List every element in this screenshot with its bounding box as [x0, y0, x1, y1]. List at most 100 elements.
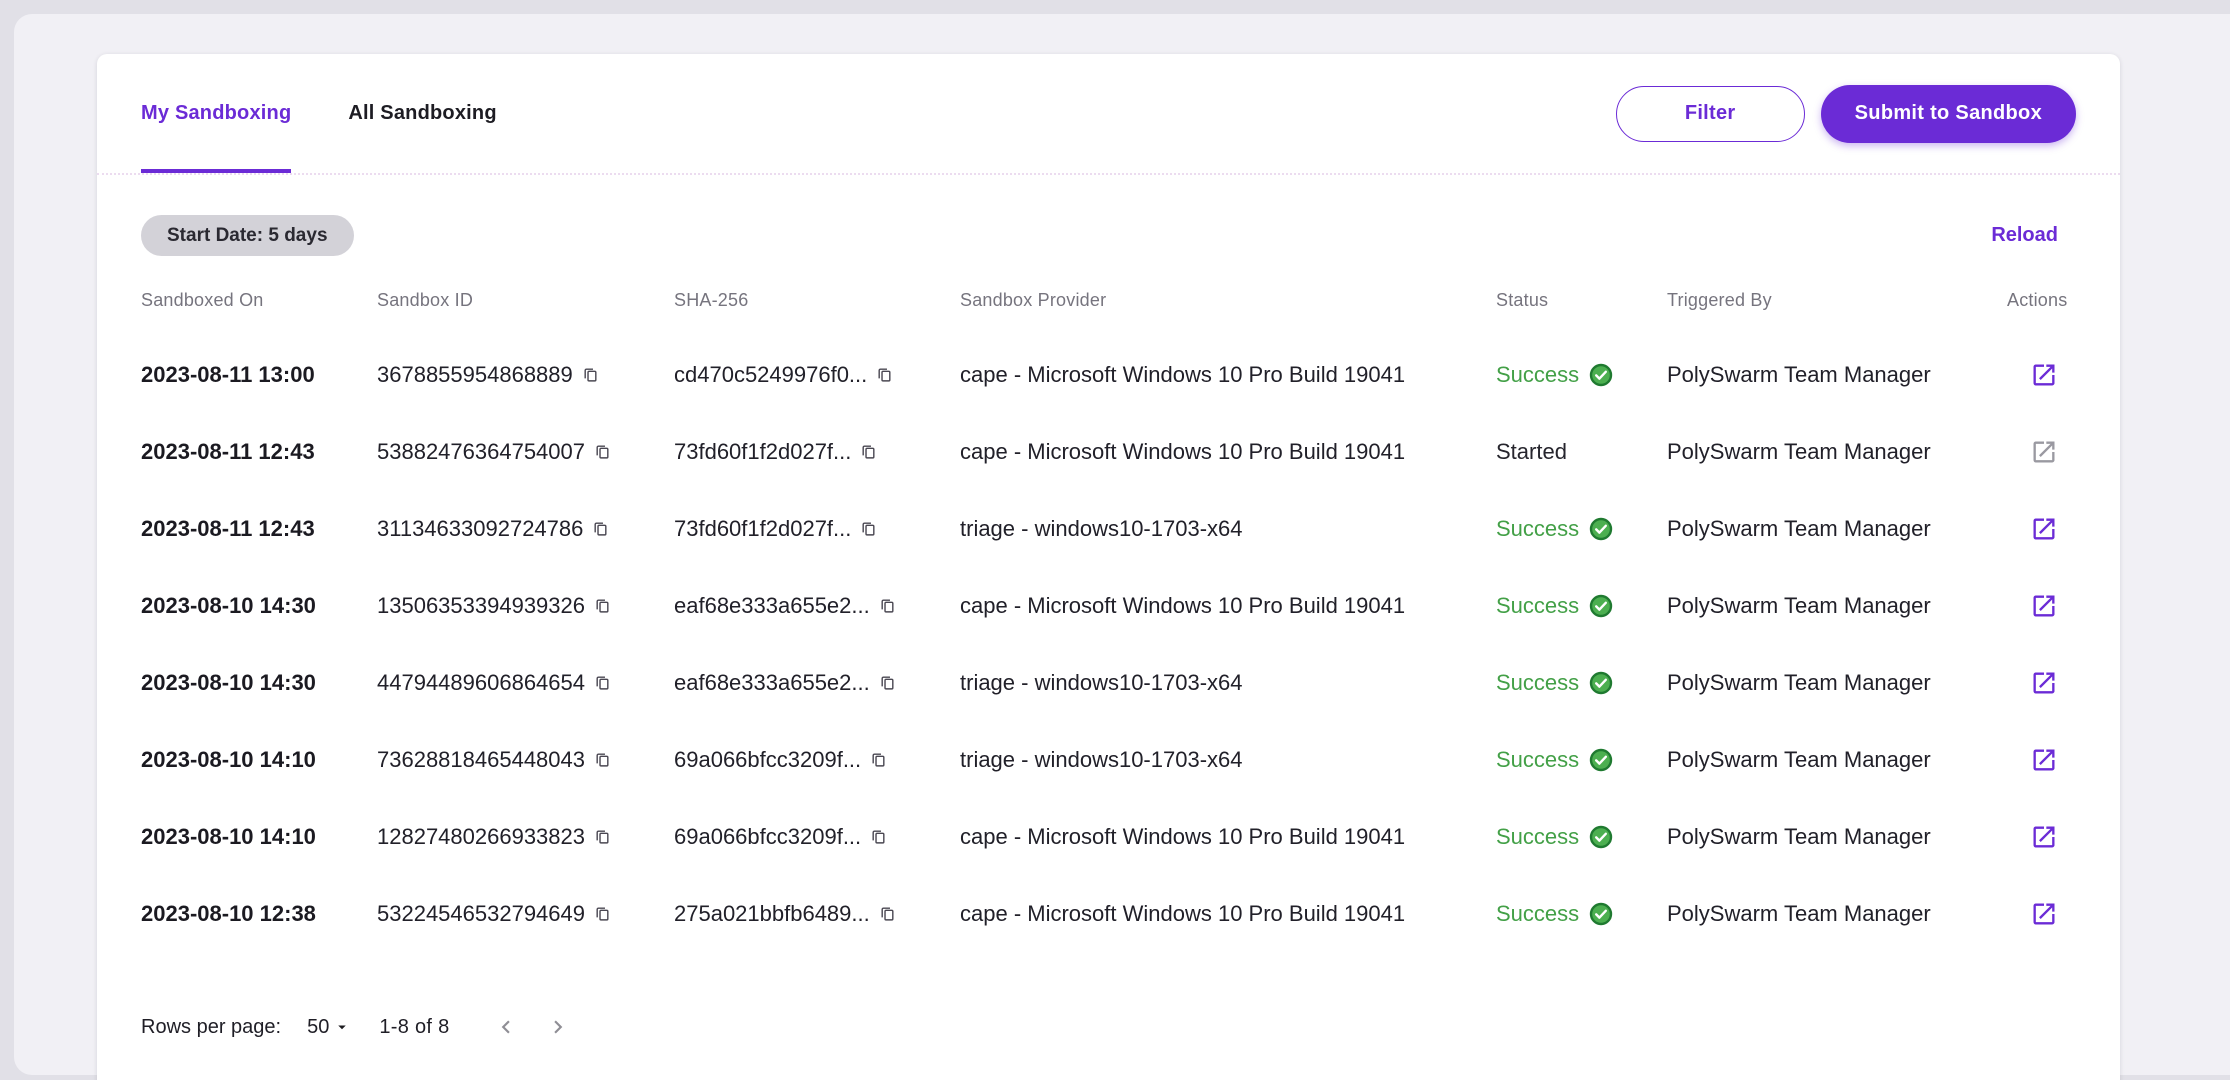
open-in-new-icon[interactable]: [2030, 900, 2058, 928]
sha256-text: 73fd60f1f2d027f...: [674, 439, 851, 465]
sandbox-id-text: 13506353394939326: [377, 593, 585, 619]
cell-sandbox-provider: cape - Microsoft Windows 10 Pro Build 19…: [960, 362, 1496, 388]
open-in-new-icon[interactable]: [2030, 823, 2058, 851]
sandboxing-panel: My Sandboxing All Sandboxing Filter Subm…: [97, 54, 2120, 1080]
open-in-new-icon[interactable]: [2030, 515, 2058, 543]
sha256-text: 69a066bfcc3209f...: [674, 747, 861, 773]
sha256-text: eaf68e333a655e2...: [674, 593, 870, 619]
copy-icon[interactable]: [594, 827, 611, 846]
cell-sandboxed-on: 2023-08-11 12:43: [141, 439, 377, 465]
filter-button[interactable]: Filter: [1616, 86, 1805, 142]
cell-sha256: 73fd60f1f2d027f...: [674, 516, 960, 542]
open-in-new-icon[interactable]: [2030, 746, 2058, 774]
open-in-new-icon[interactable]: [2030, 669, 2058, 697]
cell-sandbox-provider: triage - windows10-1703-x64: [960, 747, 1496, 773]
tab-my-sandboxing[interactable]: My Sandboxing: [141, 54, 291, 173]
copy-icon[interactable]: [594, 904, 611, 923]
sha256-text: 69a066bfcc3209f...: [674, 824, 861, 850]
cell-sha256: 275a021bbfb6489...: [674, 901, 960, 927]
copy-icon[interactable]: [879, 904, 896, 923]
tabs-row: My Sandboxing All Sandboxing Filter Subm…: [97, 54, 2120, 175]
sandbox-id-text: 3678855954868889: [377, 362, 573, 388]
table-header-row: Sandboxed On Sandbox ID SHA-256 Sandbox …: [97, 264, 2120, 336]
reload-link[interactable]: Reload: [1991, 224, 2076, 247]
cell-sandbox-id: 12827480266933823: [377, 824, 674, 850]
table-row: 2023-08-10 14:30 13506353394939326 eaf68…: [97, 567, 2120, 644]
top-actions: Filter Submit to Sandbox: [1616, 85, 2076, 143]
cell-sandboxed-on: 2023-08-10 14:30: [141, 670, 377, 696]
cell-actions: [2007, 900, 2058, 928]
cell-sandbox-provider: triage - windows10-1703-x64: [960, 516, 1496, 542]
copy-icon[interactable]: [582, 365, 599, 384]
sandbox-id-text: 53224546532794649: [377, 901, 585, 927]
copy-icon[interactable]: [870, 750, 887, 769]
cell-sha256: 69a066bfcc3209f...: [674, 824, 960, 850]
copy-icon[interactable]: [860, 442, 877, 461]
success-check-icon: [1589, 825, 1613, 849]
success-check-icon: [1589, 363, 1613, 387]
cell-actions: [2007, 515, 2058, 543]
table-row: 2023-08-11 13:00 3678855954868889 cd470c…: [97, 336, 2120, 413]
start-date-filter-chip[interactable]: Start Date: 5 days: [141, 215, 354, 256]
cell-triggered-by: PolySwarm Team Manager: [1667, 593, 2007, 619]
cell-status: Success: [1496, 516, 1667, 542]
copy-icon[interactable]: [594, 596, 611, 615]
success-check-icon: [1589, 671, 1613, 695]
cell-sandboxed-on: 2023-08-11 12:43: [141, 516, 377, 542]
copy-icon[interactable]: [594, 673, 611, 692]
cell-triggered-by: PolySwarm Team Manager: [1667, 516, 2007, 542]
col-header-provider: Sandbox Provider: [960, 290, 1496, 311]
sandbox-id-text: 73628818465448043: [377, 747, 585, 773]
next-page-button[interactable]: [532, 1001, 584, 1053]
cell-sandbox-id: 73628818465448043: [377, 747, 674, 773]
previous-page-button[interactable]: [480, 1001, 532, 1053]
table-body: 2023-08-11 13:00 3678855954868889 cd470c…: [97, 336, 2120, 952]
col-header-sandbox-id: Sandbox ID: [377, 290, 674, 311]
open-in-new-icon[interactable]: [2030, 592, 2058, 620]
cell-sandboxed-on: 2023-08-10 14:30: [141, 593, 377, 619]
cell-sandboxed-on: 2023-08-10 14:10: [141, 824, 377, 850]
success-check-icon: [1589, 902, 1613, 926]
cell-actions: [2007, 592, 2058, 620]
tab-all-sandboxing[interactable]: All Sandboxing: [348, 54, 496, 173]
col-header-actions: Actions: [2007, 290, 2067, 311]
cell-sandbox-id: 53224546532794649: [377, 901, 674, 927]
sandbox-id-text: 44794489606864654: [377, 670, 585, 696]
rows-per-page-select[interactable]: 50: [307, 1016, 351, 1039]
copy-icon[interactable]: [860, 519, 877, 538]
cell-status: Success: [1496, 593, 1667, 619]
cell-sha256: 73fd60f1f2d027f...: [674, 439, 960, 465]
sha256-text: eaf68e333a655e2...: [674, 670, 870, 696]
submit-to-sandbox-button[interactable]: Submit to Sandbox: [1821, 85, 2076, 143]
cell-status: Success: [1496, 362, 1667, 388]
cell-sandbox-id: 3678855954868889: [377, 362, 674, 388]
copy-icon[interactable]: [879, 673, 896, 692]
status-text: Success: [1496, 824, 1579, 850]
col-header-sha256: SHA-256: [674, 290, 960, 311]
col-header-status: Status: [1496, 290, 1667, 311]
copy-icon[interactable]: [870, 827, 887, 846]
status-text: Success: [1496, 362, 1579, 388]
copy-icon[interactable]: [594, 750, 611, 769]
sandbox-id-text: 53882476364754007: [377, 439, 585, 465]
pagination-range: 1-8 of 8: [379, 1016, 449, 1039]
copy-icon[interactable]: [876, 365, 893, 384]
cell-sha256: 69a066bfcc3209f...: [674, 747, 960, 773]
sha256-text: 275a021bbfb6489...: [674, 901, 870, 927]
cell-actions: [2007, 746, 2058, 774]
cell-status: Started: [1496, 439, 1667, 465]
copy-icon[interactable]: [879, 596, 896, 615]
cell-sandboxed-on: 2023-08-10 12:38: [141, 901, 377, 927]
open-in-new-icon[interactable]: [2030, 438, 2058, 466]
cell-sha256: cd470c5249976f0...: [674, 362, 960, 388]
cell-sandbox-provider: cape - Microsoft Windows 10 Pro Build 19…: [960, 593, 1496, 619]
success-check-icon: [1589, 748, 1613, 772]
cell-sandbox-provider: cape - Microsoft Windows 10 Pro Build 19…: [960, 439, 1496, 465]
cell-triggered-by: PolySwarm Team Manager: [1667, 670, 2007, 696]
copy-icon[interactable]: [594, 442, 611, 461]
copy-icon[interactable]: [592, 519, 609, 538]
sandbox-id-text: 31134633092724786: [377, 516, 583, 542]
open-in-new-icon[interactable]: [2030, 361, 2058, 389]
cell-sandbox-id: 13506353394939326: [377, 593, 674, 619]
tab-bar: My Sandboxing All Sandboxing: [141, 54, 554, 173]
